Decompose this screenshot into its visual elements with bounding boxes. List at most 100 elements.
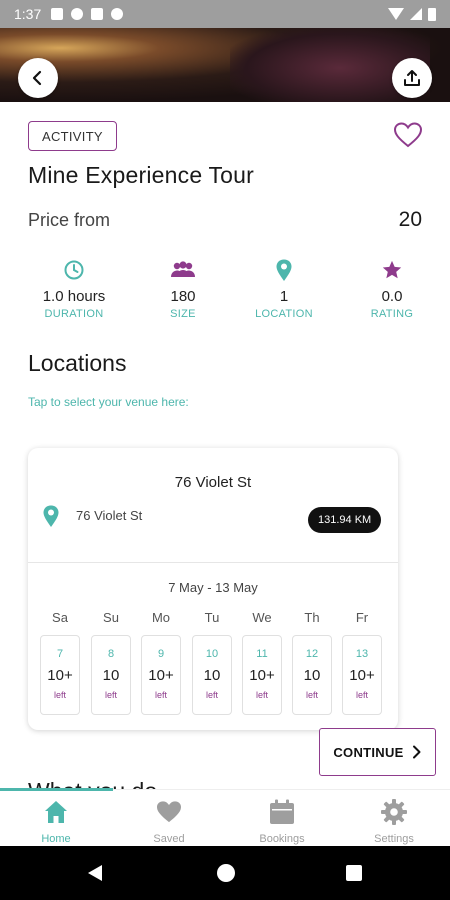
day-date: 11 bbox=[256, 648, 268, 660]
day-availability-box[interactable]: 12 10 left bbox=[292, 635, 332, 715]
venue-name: 76 Violet St bbox=[174, 474, 252, 491]
day-left-label: left bbox=[53, 690, 66, 700]
group-icon bbox=[171, 261, 195, 277]
gear-icon bbox=[381, 799, 407, 825]
venue-card[interactable]: 76 Violet St 76 Violet St 131.94 KM 7 Ma… bbox=[28, 448, 398, 730]
day-availability: 10 bbox=[102, 667, 120, 684]
nav-item-bookings[interactable]: Bookings bbox=[226, 798, 338, 845]
system-recents-icon[interactable] bbox=[346, 865, 362, 881]
bottom-nav: Home Saved Bookings Settings bbox=[0, 788, 450, 846]
nav-label: Bookings bbox=[259, 833, 305, 845]
location-pin-icon bbox=[43, 505, 59, 527]
nav-label: Home bbox=[41, 833, 71, 845]
day-availability-box[interactable]: 9 10+ left bbox=[141, 635, 181, 715]
day-of-week: Su bbox=[103, 610, 119, 625]
price-label: Price from bbox=[28, 210, 111, 230]
day-left-label: left bbox=[154, 690, 167, 700]
stat-size: 180 SIZE bbox=[133, 257, 233, 320]
stats-row: 1.0 hours DURATION 180 SIZE 1 LOCATION 0… bbox=[0, 257, 450, 327]
date-range: 7 May - 13 May bbox=[168, 580, 258, 595]
system-home-icon[interactable] bbox=[217, 864, 235, 882]
stat-value: 1.0 hours bbox=[42, 288, 106, 305]
day-availability-box[interactable]: 13 10+ left bbox=[342, 635, 382, 715]
category-badge: ACTIVITY bbox=[28, 121, 117, 151]
day-column[interactable]: Sa 7 10+ left bbox=[40, 610, 80, 715]
nav-item-home[interactable]: Home bbox=[0, 798, 112, 845]
chevron-right-icon bbox=[412, 745, 421, 759]
day-date: 9 bbox=[157, 648, 165, 660]
day-left-label: left bbox=[305, 690, 318, 700]
day-date: 12 bbox=[305, 648, 319, 660]
heart-outline-icon bbox=[393, 122, 423, 148]
venue-address: 76 Violet St bbox=[76, 508, 143, 523]
day-column[interactable]: Mo 9 10+ left bbox=[141, 610, 181, 715]
sync-status-icon bbox=[111, 8, 124, 20]
distance-badge: 131.94 KM bbox=[308, 507, 382, 533]
nav-label: Settings bbox=[374, 833, 414, 845]
upload-icon bbox=[404, 70, 420, 86]
day-of-week: Fr bbox=[355, 610, 369, 625]
chevron-left-icon bbox=[32, 70, 42, 86]
stat-value: 1 bbox=[279, 288, 289, 305]
sd-card-status-icon bbox=[91, 8, 104, 20]
day-availability-box[interactable]: 8 10 left bbox=[91, 635, 131, 715]
nav-item-saved[interactable]: Saved bbox=[113, 798, 225, 845]
back-button[interactable] bbox=[18, 58, 58, 98]
day-availability: 10+ bbox=[148, 667, 174, 684]
stat-duration: 1.0 hours DURATION bbox=[24, 257, 124, 320]
day-availability-box[interactable]: 11 10+ left bbox=[242, 635, 282, 715]
signal-icon bbox=[410, 8, 422, 20]
day-left-label: left bbox=[255, 690, 268, 700]
price-value: 20 bbox=[398, 208, 422, 231]
day-of-week: Th bbox=[304, 610, 320, 625]
day-availability-box[interactable]: 10 10 left bbox=[192, 635, 232, 715]
day-availability: 10+ bbox=[47, 667, 73, 684]
day-column[interactable]: We 11 10+ left bbox=[242, 610, 282, 715]
active-tab-indicator bbox=[0, 788, 113, 791]
continue-button[interactable]: CONTINUE bbox=[319, 728, 436, 776]
stat-rating: 0.0 RATING bbox=[342, 257, 442, 320]
status-bar: 1:37 bbox=[0, 0, 450, 28]
stat-label: LOCATION bbox=[255, 308, 313, 320]
day-date: 13 bbox=[355, 648, 369, 660]
day-availability-box[interactable]: 7 10+ left bbox=[40, 635, 80, 715]
system-back-icon[interactable] bbox=[88, 865, 102, 881]
shield-status-icon bbox=[71, 8, 84, 20]
location-pin-icon bbox=[276, 259, 292, 281]
calendar-icon bbox=[270, 799, 294, 824]
day-column[interactable]: Su 8 10 left bbox=[91, 610, 131, 715]
settings-status-icon bbox=[51, 8, 64, 20]
page-title: Mine Experience Tour bbox=[28, 162, 255, 188]
day-column[interactable]: Tu 10 10 left bbox=[192, 610, 232, 715]
day-of-week: Mo bbox=[151, 610, 171, 625]
share-button[interactable] bbox=[392, 58, 432, 98]
day-left-label: left bbox=[355, 690, 368, 700]
nav-label: Saved bbox=[153, 833, 185, 845]
favorite-button[interactable] bbox=[393, 122, 423, 153]
stat-label: RATING bbox=[370, 308, 414, 320]
day-of-week: We bbox=[252, 610, 272, 625]
nav-item-settings[interactable]: Settings bbox=[338, 798, 450, 845]
day-availability: 10 bbox=[303, 667, 321, 684]
stat-label: SIZE bbox=[170, 308, 196, 320]
stat-value: 180 bbox=[170, 288, 196, 305]
clock-icon bbox=[64, 260, 84, 280]
system-nav-bar bbox=[0, 846, 450, 900]
day-availability: 10+ bbox=[349, 667, 375, 684]
venue-hint: Tap to select your venue here: bbox=[28, 395, 189, 409]
day-availability: 10 bbox=[203, 667, 221, 684]
day-left-label: left bbox=[205, 690, 218, 700]
day-column[interactable]: Th 12 10 left bbox=[292, 610, 332, 715]
stat-label: DURATION bbox=[44, 308, 104, 320]
day-date: 7 bbox=[56, 648, 64, 660]
day-date: 10 bbox=[205, 648, 219, 660]
wifi-icon bbox=[388, 8, 404, 20]
day-column[interactable]: Fr 13 10+ left bbox=[342, 610, 382, 715]
hero-image bbox=[0, 28, 450, 102]
day-of-week: Tu bbox=[204, 610, 220, 625]
day-left-label: left bbox=[104, 690, 117, 700]
home-icon bbox=[45, 801, 67, 823]
heart-icon bbox=[157, 801, 181, 823]
stat-location: 1 LOCATION bbox=[234, 257, 334, 320]
star-icon bbox=[382, 260, 402, 279]
